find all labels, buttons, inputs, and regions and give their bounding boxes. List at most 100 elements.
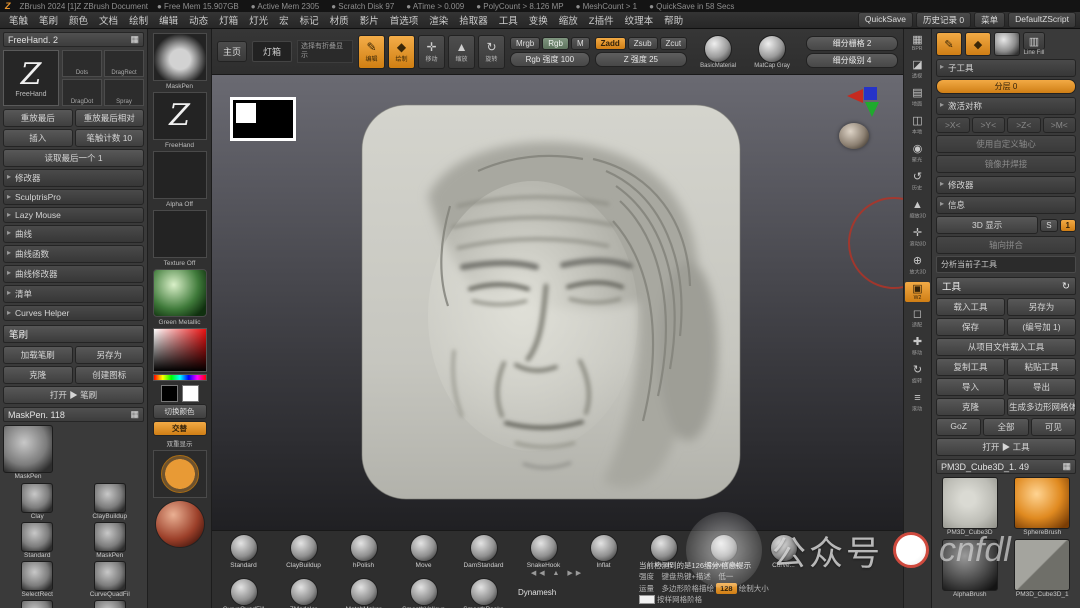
tray-brush[interactable]: Standard bbox=[218, 534, 269, 569]
stroke-type-thumb[interactable]: DragRect bbox=[104, 50, 144, 77]
render-preview-sphere[interactable] bbox=[154, 500, 205, 548]
brush-thumb[interactable]: SmoothValleys bbox=[3, 600, 72, 608]
tray-brush[interactable]: SmoothPeaks bbox=[458, 578, 509, 608]
draw-size-indicator[interactable] bbox=[152, 450, 207, 498]
stroke-type-thumb[interactable]: DragDot bbox=[62, 79, 102, 106]
linefill-slot[interactable]: ▥ Line Fill bbox=[1023, 32, 1045, 56]
stroke-palette-button[interactable]: Lazy Mouse bbox=[3, 207, 144, 223]
texture-slot[interactable] bbox=[152, 210, 207, 258]
tool-button[interactable]: 复制工具 bbox=[936, 358, 1005, 376]
menu-item[interactable]: 灯光 bbox=[244, 12, 273, 28]
alt-color-button[interactable]: 交替 bbox=[152, 421, 207, 436]
switch-color-button[interactable]: 切换颜色 bbox=[152, 404, 207, 419]
dynamesh-label[interactable]: Dynamesh bbox=[518, 588, 556, 597]
brush-thumb[interactable]: ClayBuildup bbox=[76, 483, 145, 520]
info-section[interactable]: 信息 bbox=[936, 196, 1076, 214]
menu-item[interactable]: 颜色 bbox=[64, 12, 93, 28]
tray-brush[interactable]: Move bbox=[398, 534, 449, 569]
analyze-subtool-field[interactable]: 分析当前子工具 bbox=[936, 256, 1076, 273]
right-shelf-button[interactable]: ▤ 地面 bbox=[905, 86, 930, 109]
brush-palette-button[interactable]: 加载笔刷 bbox=[3, 346, 73, 364]
tool-button[interactable]: (编号加 1) bbox=[1007, 318, 1076, 336]
brush-palette-button[interactable]: 克隆 bbox=[3, 366, 73, 384]
material-slot[interactable]: MatCap Gray bbox=[746, 34, 798, 69]
tool-button[interactable]: 克隆 bbox=[936, 398, 1005, 416]
stroke-palette-button[interactable]: 修改器 bbox=[3, 169, 144, 187]
tray-brush[interactable]: CurveQuadFill bbox=[218, 578, 269, 608]
current-tool[interactable]: PM3D_Cube3D_1. 49 ▦ bbox=[936, 459, 1076, 474]
brush-quick-icon[interactable]: ✎ bbox=[936, 32, 962, 56]
menu-item[interactable]: 动态 bbox=[184, 12, 213, 28]
mode-button[interactable]: ✎ 编辑 bbox=[358, 34, 386, 69]
menu-item[interactable]: 标记 bbox=[295, 12, 324, 28]
stroke-palette-button[interactable]: 清单 bbox=[3, 285, 144, 303]
axis-toggle[interactable]: >X< bbox=[936, 117, 970, 133]
current-brush[interactable]: MaskPen. 118 ▦ bbox=[3, 407, 144, 422]
tool-button[interactable]: 从项目文件载入工具 bbox=[936, 338, 1076, 356]
tray-brush[interactable]: SnakeHook bbox=[518, 534, 569, 569]
canvas[interactable] bbox=[212, 75, 903, 530]
menu-item[interactable]: 绘制 bbox=[124, 12, 153, 28]
right-shelf-button[interactable]: ◻ 适配 bbox=[905, 307, 930, 330]
tray-brush[interactable]: hPolish bbox=[338, 534, 389, 569]
right-shelf-button[interactable]: ↺ 历史 bbox=[905, 170, 930, 193]
brush-thumb[interactable]: Standard bbox=[3, 522, 72, 559]
tool-button[interactable]: 粘贴工具 bbox=[1007, 358, 1076, 376]
right-shelf-button[interactable]: ◉ 聚光 bbox=[905, 142, 930, 165]
tray-brush[interactable]: Inflat bbox=[578, 534, 629, 569]
brush-thumb[interactable]: Clay bbox=[3, 483, 72, 520]
material-quick-icon[interactable] bbox=[994, 32, 1020, 56]
tool-button[interactable]: 生成多边形网格体 bbox=[1007, 398, 1076, 416]
tool-button[interactable]: 导出 bbox=[1007, 378, 1076, 396]
right-shelf-button[interactable]: ◫ 本地 bbox=[905, 114, 930, 137]
menu-item[interactable]: 文档 bbox=[94, 12, 123, 28]
stroke-palette-button[interactable]: 重放最后 bbox=[3, 109, 73, 127]
mode-button[interactable]: ✛ 移动 bbox=[418, 34, 446, 69]
alpha-slot[interactable] bbox=[152, 151, 207, 199]
zadd-button[interactable]: Zadd bbox=[594, 36, 626, 50]
right-shelf-button[interactable]: ▦ BPR bbox=[905, 33, 930, 53]
tool-thumb[interactable]: SphereBrush bbox=[1009, 477, 1077, 536]
right-shelf-button[interactable]: ✛ 滚动3D bbox=[905, 226, 930, 249]
tool-button[interactable]: 保存 bbox=[936, 318, 1005, 336]
brush-thumb[interactable]: CurveQuadFil bbox=[76, 561, 145, 598]
right-shelf-button[interactable]: ↻ 旋转 bbox=[905, 363, 930, 386]
mrgb-button[interactable]: Mrgb bbox=[510, 36, 541, 50]
tool-thumb[interactable]: AlphaBrush bbox=[936, 539, 1004, 598]
tool-button[interactable]: GoZ bbox=[936, 418, 982, 436]
menu-item[interactable]: 拾取器 bbox=[454, 12, 493, 28]
mode-button[interactable]: ↻ 旋转 bbox=[478, 34, 506, 69]
brush-palette-button[interactable]: 打开 ▶ 笔刷 bbox=[3, 386, 144, 404]
menu-item[interactable]: 材质 bbox=[325, 12, 354, 28]
tool-button[interactable]: 全部 bbox=[983, 418, 1029, 436]
stroke-palette-button[interactable]: 重放最后相对 bbox=[74, 109, 144, 127]
menu-item[interactable]: 帮助 bbox=[659, 12, 688, 28]
menubar-right-button[interactable]: 菜单 bbox=[974, 12, 1006, 28]
right-shelf-button[interactable]: ◪ 透视 bbox=[905, 58, 930, 81]
stroke-palette-button[interactable]: 曲线修改器 bbox=[3, 265, 144, 283]
secondary-color-swatch[interactable] bbox=[181, 385, 199, 402]
right-shelf-button[interactable]: ▣ W2 bbox=[905, 282, 930, 302]
menu-item[interactable]: 笔刷 bbox=[34, 12, 63, 28]
stroke-palette-button[interactable]: Curves Helper bbox=[3, 305, 144, 321]
stroke-palette-button[interactable]: 插入 bbox=[3, 129, 73, 147]
zcut-button[interactable]: Zcut bbox=[659, 36, 688, 50]
axis-merge-button[interactable]: 轴向拼合 bbox=[936, 236, 1076, 254]
shelf-slider[interactable]: 细分级别 4 bbox=[806, 52, 898, 68]
tray-brush[interactable]: ZModeler bbox=[278, 578, 329, 608]
current-stroke-thumb[interactable]: Z bbox=[152, 92, 207, 140]
menu-item[interactable]: 灯箱 bbox=[214, 12, 243, 28]
menu-item[interactable]: Z插件 bbox=[584, 12, 619, 28]
axis-toggle[interactable]: >M< bbox=[1042, 117, 1076, 133]
menu-item[interactable]: 纹理本 bbox=[620, 12, 659, 28]
stroke-quick-icon[interactable]: ◆ bbox=[965, 32, 991, 56]
main-color-swatch[interactable] bbox=[160, 385, 178, 402]
brush-palette-button[interactable]: 另存为 bbox=[74, 346, 144, 364]
stroke-palette-button[interactable]: SculptrisPro bbox=[3, 189, 144, 205]
tool-button[interactable]: 另存为 bbox=[1007, 298, 1076, 316]
menubar-right-button[interactable]: QuickSave bbox=[857, 12, 914, 28]
stroke-palette-button[interactable]: 曲线函数 bbox=[3, 245, 144, 263]
sculpt-document[interactable] bbox=[358, 101, 744, 503]
layer-slider[interactable]: 分层 0 bbox=[936, 79, 1076, 94]
tool-thumb[interactable]: PM3D_Cube3D bbox=[936, 477, 1004, 536]
